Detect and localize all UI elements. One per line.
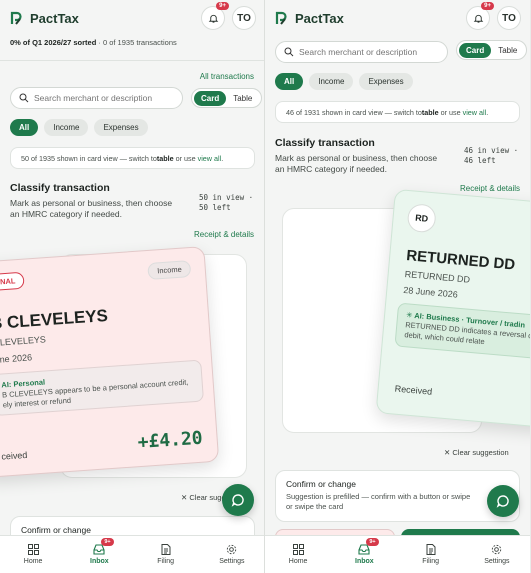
confirm-title: Confirm or change <box>286 479 356 489</box>
filter-all[interactable]: All <box>275 73 304 90</box>
transaction-date: une 2026 <box>0 352 33 365</box>
bottom-nav: Home Inbox 9+ Filing Settings <box>265 535 530 573</box>
classify-section: Classify transaction Mark as personal or… <box>10 182 180 221</box>
search-input[interactable] <box>34 93 164 103</box>
pacttax-logo-icon <box>275 11 287 25</box>
card-view-button[interactable]: Card <box>194 90 227 106</box>
table-link[interactable]: table <box>157 154 174 163</box>
filter-income[interactable]: Income <box>309 73 354 90</box>
merchant-name: B CLEVELEYS <box>0 305 109 334</box>
filter-all[interactable]: All <box>10 119 39 136</box>
nav-home[interactable]: Home <box>0 536 66 573</box>
view-toggle: Card Table <box>191 88 263 108</box>
nav-home[interactable]: Home <box>265 536 331 573</box>
filing-icon <box>161 544 171 555</box>
nav-settings[interactable]: Settings <box>464 536 530 573</box>
progress-summary: 0% of Q1 2026/27 sorted · 0 of 1935 tran… <box>10 38 177 47</box>
filter-expenses[interactable]: Expenses <box>359 73 413 90</box>
search-icon <box>284 47 294 57</box>
ai-suggestion: ✳ AI: Business · Turnover / tradin RETUR… <box>394 302 530 361</box>
merchant-avatar: RD <box>406 203 437 234</box>
search-field[interactable] <box>10 87 183 109</box>
filter-chips: All Income Expenses <box>275 73 413 90</box>
classify-title: Classify transaction <box>275 137 375 149</box>
view-all-link[interactable]: view all <box>463 108 487 117</box>
ai-suggestion: AI: Personal B CLEVELEYS appears to be a… <box>0 359 205 417</box>
brand-name: PactTax <box>30 10 79 26</box>
left-frame: PactTax 9+ TO 0% of Q1 2026/27 sorted · … <box>0 0 265 573</box>
chat-button[interactable] <box>222 484 254 516</box>
clear-suggestion-button[interactable]: ✕ Clear suggestion <box>444 448 509 457</box>
receipt-details-link[interactable]: Receipt & details <box>460 184 520 193</box>
right-frame: PactTax 9+ TO Card Table All Income Expe… <box>265 0 530 573</box>
inbox-badge: 9+ <box>101 538 114 546</box>
notifications-button[interactable]: 9+ <box>466 2 494 30</box>
transaction-amount: +£4.20 <box>136 427 204 454</box>
bell-icon <box>473 14 483 23</box>
notifications-button[interactable]: 9+ <box>201 2 229 30</box>
confirm-description: Suggestion is prefilled — confirm with a… <box>286 492 471 512</box>
chat-icon <box>231 494 244 507</box>
card-view-button[interactable]: Card <box>459 42 492 58</box>
nav-inbox[interactable]: Inbox 9+ <box>331 536 397 573</box>
inbox-badge: 9+ <box>366 538 379 546</box>
bottom-nav: Home Inbox 9+ Filing Settings <box>0 535 264 573</box>
card-view-notice: 46 of 1931 shown in card view — switch t… <box>275 101 520 123</box>
notifications-badge: 9+ <box>481 2 494 10</box>
classify-section: Classify transaction Mark as personal or… <box>275 137 445 176</box>
table-view-button[interactable]: Table <box>491 43 524 58</box>
table-link[interactable]: table <box>422 108 439 117</box>
transaction-card-personal[interactable]: ONAL Income B CLEVELEYS CLEVELEYS une 20… <box>0 246 220 478</box>
counter: 46 in view · 46 left <box>464 146 519 166</box>
search-icon <box>19 93 29 103</box>
transaction-status: ceived <box>1 449 28 462</box>
receipt-details-link[interactable]: Receipt & details <box>194 230 254 239</box>
classify-description: Mark as personal or business, then choos… <box>10 198 173 220</box>
sparkle-icon: ✳ <box>405 310 413 320</box>
filter-chips: All Income Expenses <box>10 119 148 136</box>
nav-filing[interactable]: Filing <box>133 536 199 573</box>
chat-icon <box>496 495 509 508</box>
home-icon <box>27 544 39 555</box>
nav-inbox[interactable]: Inbox 9+ <box>66 536 132 573</box>
notifications-badge: 9+ <box>216 2 229 10</box>
view-toggle: Card Table <box>456 40 528 60</box>
settings-icon <box>492 544 502 555</box>
search-input[interactable] <box>299 47 429 57</box>
filter-income[interactable]: Income <box>44 119 89 136</box>
transaction-status: Received <box>394 383 433 397</box>
search-field[interactable] <box>275 41 448 63</box>
transaction-card-business[interactable]: RD RETURNED DD RETURNED DD 28 June 2026 … <box>375 188 530 429</box>
table-view-button[interactable]: Table <box>226 91 259 106</box>
brand-name: PactTax <box>295 10 344 26</box>
type-pill: Income <box>147 260 192 280</box>
all-transactions-link[interactable]: All transactions <box>200 72 254 81</box>
confirm-panel: Confirm or change Suggestion is prefille… <box>275 470 520 522</box>
classify-title: Classify transaction <box>10 182 110 194</box>
personal-stamp: ONAL <box>0 271 25 292</box>
filing-icon <box>426 544 436 555</box>
avatar[interactable]: TO <box>497 6 521 30</box>
nav-filing[interactable]: Filing <box>398 536 464 573</box>
pacttax-logo-icon <box>10 11 22 25</box>
transaction-date: 28 June 2026 <box>402 284 459 300</box>
card-view-notice: 50 of 1935 shown in card view — switch t… <box>10 147 255 169</box>
settings-icon <box>227 544 237 555</box>
classify-description: Mark as personal or business, then choos… <box>275 153 438 175</box>
filter-expenses[interactable]: Expenses <box>94 119 148 136</box>
nav-settings[interactable]: Settings <box>199 536 264 573</box>
chat-button[interactable] <box>487 485 519 517</box>
home-icon <box>292 544 304 555</box>
counter: 50 in view · 50 left <box>199 193 254 213</box>
avatar[interactable]: TO <box>232 6 256 30</box>
merchant-subtitle: CLEVELEYS <box>0 334 47 348</box>
app-header: PactTax 9+ TO <box>0 0 264 36</box>
bell-icon <box>208 14 218 23</box>
merchant-subtitle: RETURNED DD <box>404 268 471 285</box>
confirm-title: Confirm or change <box>21 525 91 535</box>
view-all-link[interactable]: view all <box>198 154 222 163</box>
app-header: PactTax 9+ TO <box>265 0 530 36</box>
